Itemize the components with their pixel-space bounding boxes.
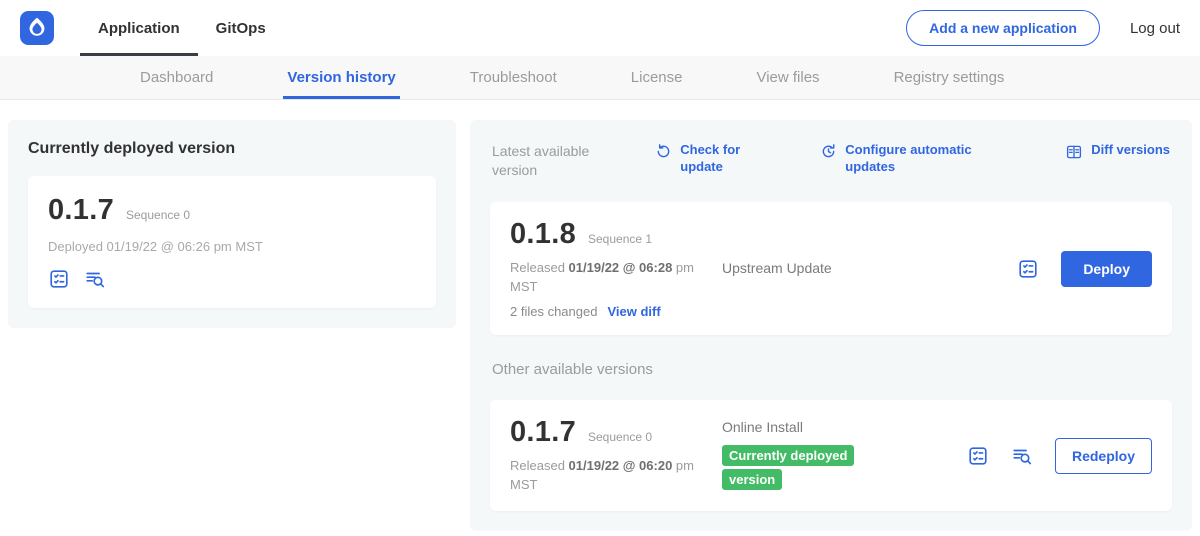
refresh-icon <box>655 143 672 160</box>
subnav-version-history-label: Version history <box>287 69 395 86</box>
main-content: Currently deployed version 0.1.7 Sequenc… <box>0 100 1200 531</box>
files-changed-label: 2 files changed <box>510 304 597 319</box>
tab-application[interactable]: Application <box>80 0 198 56</box>
latest-sequence-label: Sequence 1 <box>588 232 652 246</box>
subnav-item-view-files[interactable]: View files <box>754 56 821 99</box>
latest-card-info: 0.1.8 Sequence 1 Released 01/19/22 @ 06:… <box>510 218 722 320</box>
subnav-license-label: License <box>631 69 683 86</box>
latest-version-header: Latest available version Check for updat… <box>490 140 1172 180</box>
latest-version-title: Latest available version <box>492 142 622 180</box>
subnav-view-files-label: View files <box>756 69 819 86</box>
file-diff-icon[interactable] <box>1011 445 1033 467</box>
file-diff-icon[interactable] <box>84 268 106 290</box>
released-date: 01/19/22 @ 06:20 <box>569 458 673 473</box>
release-notes-icon[interactable] <box>967 445 989 467</box>
latest-card-actions: Deploy <box>1017 251 1152 287</box>
deployed-version-card: 0.1.7 Sequence 0 Deployed 01/19/22 @ 06:… <box>28 176 436 308</box>
subnav-item-troubleshoot[interactable]: Troubleshoot <box>468 56 559 99</box>
available-versions-panel: Latest available version Check for updat… <box>470 120 1192 531</box>
latest-released-timestamp: Released 01/19/22 @ 06:28 pm MST <box>510 259 700 297</box>
upstream-update-label: Upstream Update <box>722 260 832 276</box>
configure-automatic-updates-button[interactable]: Configure automatic updates <box>820 142 995 176</box>
online-install-label: Online Install <box>722 419 967 435</box>
app-logo-icon[interactable] <box>20 11 54 45</box>
diff-versions-button[interactable]: Diff versions <box>1065 142 1170 161</box>
deploy-button[interactable]: Deploy <box>1061 251 1152 287</box>
currently-deployed-panel: Currently deployed version 0.1.7 Sequenc… <box>8 120 456 328</box>
top-navbar: Application GitOps Add a new application… <box>0 0 1200 56</box>
deployed-badge-wrap: Currently deployed version <box>722 444 877 492</box>
tab-application-label: Application <box>98 20 180 37</box>
other-versions-title: Other available versions <box>492 361 1170 378</box>
add-application-button[interactable]: Add a new application <box>906 10 1100 46</box>
deployed-timestamp: Deployed 01/19/22 @ 06:26 pm MST <box>48 239 416 254</box>
other-card-info: 0.1.7 Sequence 0 Released 01/19/22 @ 06:… <box>510 416 722 495</box>
deployed-version-number: 0.1.7 <box>48 194 114 227</box>
currently-deployed-title: Currently deployed version <box>28 140 436 158</box>
files-changed-row: 2 files changed View diff <box>510 304 722 319</box>
latest-version-row: 0.1.8 Sequence 1 <box>510 218 722 251</box>
subnav-dashboard-label: Dashboard <box>140 69 213 86</box>
other-card-source: Online Install Currently deployed versio… <box>722 419 967 492</box>
schedule-update-icon <box>820 143 837 160</box>
check-for-update-button[interactable]: Check for update <box>655 142 750 176</box>
deployed-actions-row <box>48 268 416 290</box>
other-version-card: 0.1.7 Sequence 0 Released 01/19/22 @ 06:… <box>490 400 1172 511</box>
subnav-registry-settings-label: Registry settings <box>894 69 1005 86</box>
logout-link[interactable]: Log out <box>1130 20 1180 37</box>
latest-version-card: 0.1.8 Sequence 1 Released 01/19/22 @ 06:… <box>490 202 1172 336</box>
subnav-item-version-history[interactable]: Version history <box>285 56 397 99</box>
redeploy-button[interactable]: Redeploy <box>1055 438 1152 474</box>
latest-version-number: 0.1.8 <box>510 218 576 251</box>
release-notes-icon[interactable] <box>1017 258 1039 280</box>
currently-deployed-badge: Currently deployed version <box>722 445 854 490</box>
configure-automatic-updates-label: Configure automatic updates <box>845 142 995 176</box>
released-prefix: Released <box>510 260 569 275</box>
tab-gitops-label: GitOps <box>216 20 266 37</box>
other-released-timestamp: Released 01/19/22 @ 06:20 pm MST <box>510 457 700 495</box>
deployed-sequence-label: Sequence 0 <box>126 208 190 222</box>
header-actions: Check for update Configure automatic upd… <box>655 142 1170 176</box>
tab-gitops[interactable]: GitOps <box>198 0 284 56</box>
other-card-actions: Redeploy <box>967 438 1152 474</box>
subnav-troubleshoot-label: Troubleshoot <box>470 69 557 86</box>
release-notes-icon[interactable] <box>48 268 70 290</box>
app-subnav: Dashboard Version history Troubleshoot L… <box>0 56 1200 100</box>
latest-card-source: Upstream Update <box>722 260 1017 278</box>
check-for-update-label: Check for update <box>680 142 750 176</box>
diff-versions-icon <box>1065 143 1083 161</box>
subnav-item-license[interactable]: License <box>629 56 685 99</box>
other-sequence-label: Sequence 0 <box>588 430 652 444</box>
deployed-version-row: 0.1.7 Sequence 0 <box>48 194 416 227</box>
other-version-number: 0.1.7 <box>510 416 576 449</box>
released-prefix: Released <box>510 458 569 473</box>
view-diff-link[interactable]: View diff <box>607 304 660 319</box>
other-version-row: 0.1.7 Sequence 0 <box>510 416 722 449</box>
diff-versions-label: Diff versions <box>1091 142 1170 159</box>
subnav-item-dashboard[interactable]: Dashboard <box>138 56 215 99</box>
released-date: 01/19/22 @ 06:28 <box>569 260 673 275</box>
subnav-item-registry-settings[interactable]: Registry settings <box>892 56 1007 99</box>
